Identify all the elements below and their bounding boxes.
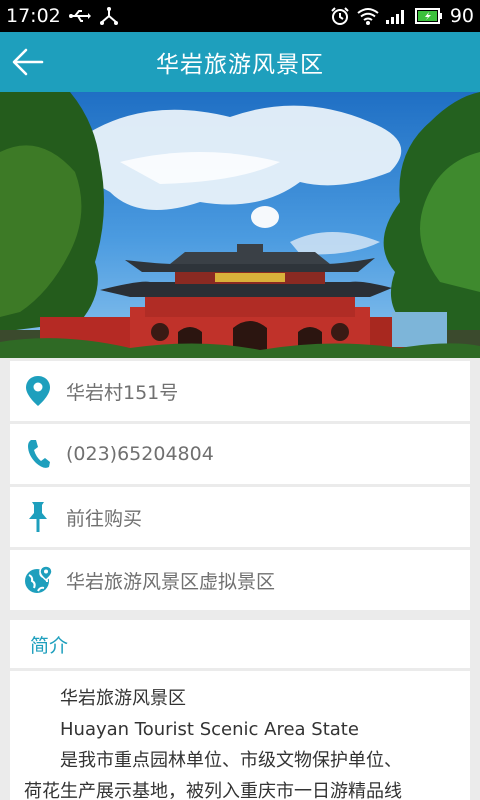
back-button[interactable] <box>6 40 50 84</box>
back-arrow-icon <box>12 48 44 76</box>
phone-number-text: (023)65204804 <box>66 443 214 465</box>
buy-text: 前往购买 <box>66 507 143 530</box>
intro-line: 是我市重点园林单位、市级文物保护单位、 <box>60 750 402 771</box>
globe-pin-icon <box>10 565 66 595</box>
intro-line: 荷花生产展示基地，被列入重庆市一日游精品线 <box>24 781 402 800</box>
status-time: 17:02 <box>6 5 61 27</box>
location-pin-icon <box>10 375 66 407</box>
debug-icon <box>99 7 119 25</box>
intro-body: 华岩旅游风景区 Huayan Tourist Scenic Area State… <box>10 671 470 800</box>
address-text: 华岩村151号 <box>66 381 179 404</box>
buy-row[interactable]: 前往购买 <box>10 487 470 547</box>
pushpin-icon <box>10 501 66 533</box>
header-bar: 华岩旅游风景区 <box>0 32 480 92</box>
status-bar: 17:02 90 <box>0 0 480 32</box>
info-list: 华岩村151号 (023)65204804 前往购买 华岩旅游风景区虚拟景区 <box>10 361 470 613</box>
page-title: 华岩旅游风景区 <box>156 52 324 78</box>
intro-heading: 简介 <box>10 620 470 668</box>
virtual-tour-row[interactable]: 华岩旅游风景区虚拟景区 <box>10 550 470 610</box>
intro-line: 华岩旅游风景区 <box>60 688 186 709</box>
phone-row[interactable]: (023)65204804 <box>10 424 470 484</box>
address-row[interactable]: 华岩村151号 <box>10 361 470 421</box>
intro-line: Huayan Tourist Scenic Area State <box>60 719 359 740</box>
battery-level: 90 <box>449 5 474 27</box>
phone-icon <box>10 439 66 469</box>
virtual-tour-text: 华岩旅游风景区虚拟景区 <box>66 570 276 593</box>
scenic-photo <box>0 92 480 358</box>
usb-icon <box>68 9 91 23</box>
battery-icon <box>414 8 443 24</box>
wifi-icon <box>357 7 379 25</box>
alarm-icon <box>330 6 350 26</box>
signal-icon <box>385 8 408 24</box>
